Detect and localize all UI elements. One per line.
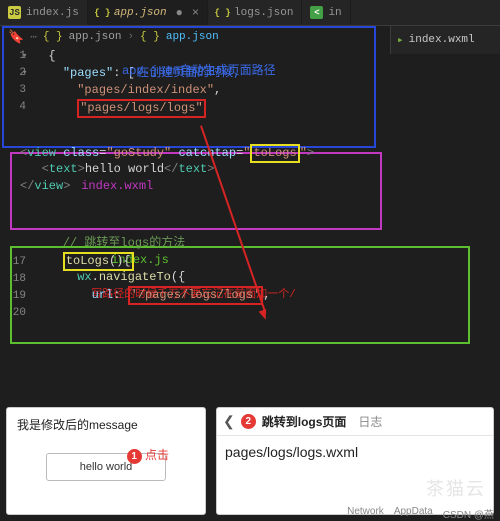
close-icon[interactable]: ×	[192, 6, 199, 20]
json-icon: { }	[96, 6, 109, 19]
preview-title: 跳转到logs页面	[262, 413, 347, 430]
annotation-click: 1 点击	[127, 446, 169, 464]
wxml-icon: <	[310, 6, 323, 19]
tab-label: logs.json	[234, 7, 293, 19]
line-gutter: 1 2 3 4	[0, 48, 34, 138]
line-gutter: 17 18 19 20	[0, 254, 34, 334]
tab-logs-json[interactable]: { } logs.json	[208, 0, 302, 25]
bookmark-icon[interactable]: 🔖	[8, 30, 24, 45]
crumb-symbol[interactable]: app.json	[166, 31, 219, 43]
fold-icon[interactable]: ▾	[22, 65, 27, 82]
preview-path: pages/logs/logs.wxml	[217, 436, 493, 468]
js-icon: JS	[8, 6, 21, 19]
status-appdata[interactable]: AppData	[394, 506, 433, 521]
editor-tab-bar: JS index.js { } app.json ● × { } logs.js…	[0, 0, 500, 26]
preview-message: 我是修改后的message	[7, 408, 205, 437]
chevron-right-icon: ›	[127, 31, 134, 43]
preview-tab-log[interactable]: 日志	[358, 413, 382, 430]
status-network[interactable]: Network	[347, 506, 384, 521]
arrow-head-icon	[259, 309, 270, 321]
watermark: 茶猫云	[426, 475, 486, 501]
crumb-file[interactable]: app.json	[69, 31, 122, 43]
step-badge-1: 1	[127, 449, 142, 464]
status-bar: Network AppData CSDN @燕	[347, 506, 494, 521]
code-block-wxml[interactable]: <view class="goStudy" catchtap="toLogs">…	[20, 144, 500, 195]
preview-header: ❮ 2 跳转到logs页面 日志	[217, 408, 493, 436]
json-icon: { }	[216, 6, 229, 19]
code-editor[interactable]: 1 2 3 4 ▾ { 在创建页面的时候, ▾ "pages": [ app.j…	[0, 48, 500, 458]
json-icon: { }	[140, 31, 160, 43]
json-icon: { }	[43, 31, 63, 43]
preview-before: 我是修改后的message 1 点击 hello world	[6, 407, 206, 515]
annotation-highlight-url: '/pages/logs/logs'	[128, 286, 264, 305]
tab-index-wxml-trunc[interactable]: < in	[302, 0, 350, 25]
tab-label: in	[328, 7, 341, 19]
tab-label: app.json	[114, 7, 167, 19]
annotation-blue-2: app.json自动生成页面路径	[122, 64, 276, 79]
code-block-appjson[interactable]: ▾ { 在创建页面的时候, ▾ "pages": [ app.json自动生成页…	[34, 48, 500, 116]
tab-dirty-icon[interactable]: ●	[176, 6, 183, 20]
status-csdn: CSDN @燕	[443, 506, 494, 521]
tab-app-json[interactable]: { } app.json ● ×	[88, 0, 208, 25]
side-file-label: index.wxml	[409, 34, 475, 46]
annotation-highlight-logs-path: "pages/logs/logs"	[77, 99, 205, 118]
tab-index-js[interactable]: JS index.js	[0, 0, 88, 25]
tab-label: index.js	[26, 7, 79, 19]
file-icon: ▸	[397, 33, 404, 47]
fold-icon[interactable]: ▾	[22, 48, 27, 65]
back-icon[interactable]: ❮	[223, 413, 235, 430]
preview-row: 我是修改后的message 1 点击 hello world ❮ 2 跳转到lo…	[6, 407, 494, 515]
code-block-js[interactable]: // 跳转至logs的方法 index.js toLogs(){ wx.navi…	[34, 235, 500, 303]
ellipsis-icon[interactable]: ⋯	[30, 30, 37, 44]
step-badge-2: 2	[241, 414, 256, 429]
